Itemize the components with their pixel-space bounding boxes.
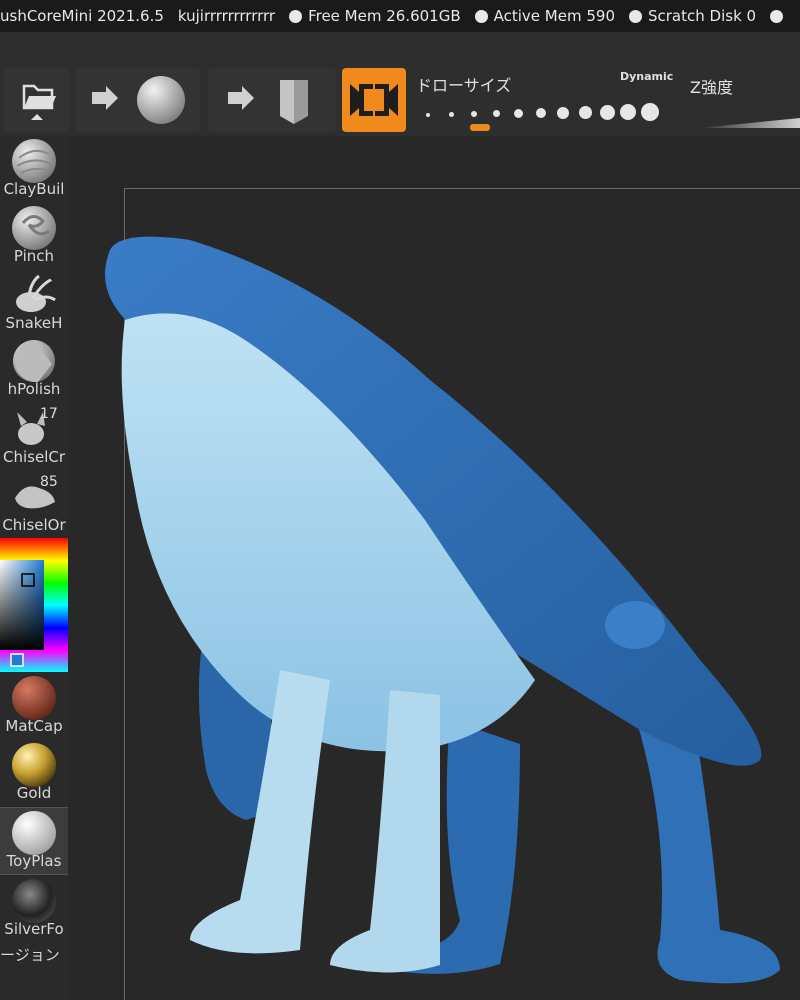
brush-pinch[interactable]: Pinch bbox=[0, 203, 68, 269]
toyplastic-material-icon bbox=[12, 811, 56, 855]
pinch-brush-icon bbox=[12, 206, 56, 250]
title-bar: ushCoreMini 2021.6.5 kujirrrrrrrrrrrr Fr… bbox=[0, 0, 800, 32]
arrow-right-icon bbox=[92, 86, 118, 110]
size-dot bbox=[449, 112, 454, 117]
brush-chiselorganic[interactable]: 85 ChiselOr bbox=[0, 472, 68, 538]
draw-mode-button[interactable] bbox=[342, 68, 406, 132]
model-fin bbox=[605, 601, 665, 649]
truncated-status bbox=[770, 9, 789, 23]
size-dot bbox=[514, 109, 523, 118]
shelf-bottom-label: ージョン bbox=[0, 946, 60, 964]
size-dot bbox=[641, 103, 659, 121]
dynamic-toggle[interactable]: Dynamic bbox=[620, 70, 673, 83]
folder-icon bbox=[22, 84, 56, 120]
z-intensity-slider[interactable] bbox=[700, 112, 800, 130]
size-dot bbox=[426, 113, 430, 117]
open-file-button[interactable] bbox=[4, 68, 70, 132]
secondary-color-swatch bbox=[10, 653, 24, 667]
size-dot bbox=[493, 110, 500, 117]
brush-claybuildup[interactable]: ClayBuil bbox=[0, 136, 68, 202]
size-dot bbox=[536, 108, 546, 118]
silverfoil-material-icon bbox=[12, 879, 56, 923]
draw-size-label: ドローサイズ bbox=[416, 76, 512, 95]
arrow-right-icon bbox=[228, 86, 254, 110]
material-toyplastic[interactable]: ToyPlas bbox=[0, 807, 69, 875]
claybuildup-brush-icon bbox=[12, 139, 56, 183]
draw-size-indicator bbox=[470, 124, 490, 131]
hpolish-brush-icon bbox=[12, 340, 55, 383]
gold-material-icon bbox=[12, 743, 56, 787]
free-mem-status: Free Mem 26.601GB bbox=[289, 7, 461, 25]
material-matcap[interactable]: MatCap bbox=[0, 673, 68, 739]
brush-hpolish[interactable]: hPolish bbox=[0, 336, 68, 402]
matcap-red-material-icon bbox=[12, 676, 56, 720]
size-dot bbox=[471, 111, 477, 117]
status-dot-icon bbox=[770, 9, 784, 23]
scratch-disk-status: Scratch Disk 0 bbox=[629, 7, 756, 25]
brush-snakehook[interactable]: SnakeH bbox=[0, 270, 68, 336]
active-mem-status: Active Mem 590 bbox=[474, 7, 615, 25]
brush-chiselcreature[interactable]: 17 ChiselCr bbox=[0, 404, 68, 470]
size-dot bbox=[557, 107, 569, 119]
color-picker[interactable] bbox=[0, 538, 68, 672]
material-gold[interactable]: Gold bbox=[0, 740, 68, 806]
size-dot bbox=[600, 105, 615, 120]
size-dot bbox=[620, 104, 636, 120]
status-dot-icon bbox=[289, 9, 303, 23]
draw-edit-icon bbox=[350, 78, 398, 122]
z-intensity-label: Z強度 bbox=[690, 78, 733, 97]
user-name: kujirrrrrrrrrrrr bbox=[177, 7, 276, 25]
sphere-tool-button[interactable] bbox=[76, 68, 200, 132]
status-dot-icon bbox=[474, 9, 488, 23]
app-title: ushCoreMini 2021.6.5 bbox=[0, 7, 164, 25]
status-dot-icon bbox=[629, 9, 642, 23]
draw-size-slider[interactable] bbox=[420, 98, 670, 128]
material-silverfoil[interactable]: SilverFo bbox=[0, 876, 68, 942]
snakehook-brush-icon bbox=[16, 274, 56, 312]
sculpt-model[interactable] bbox=[90, 220, 800, 1000]
size-dot bbox=[579, 106, 592, 119]
sphere-icon bbox=[137, 76, 185, 124]
mesh-tool-button[interactable] bbox=[208, 68, 336, 132]
